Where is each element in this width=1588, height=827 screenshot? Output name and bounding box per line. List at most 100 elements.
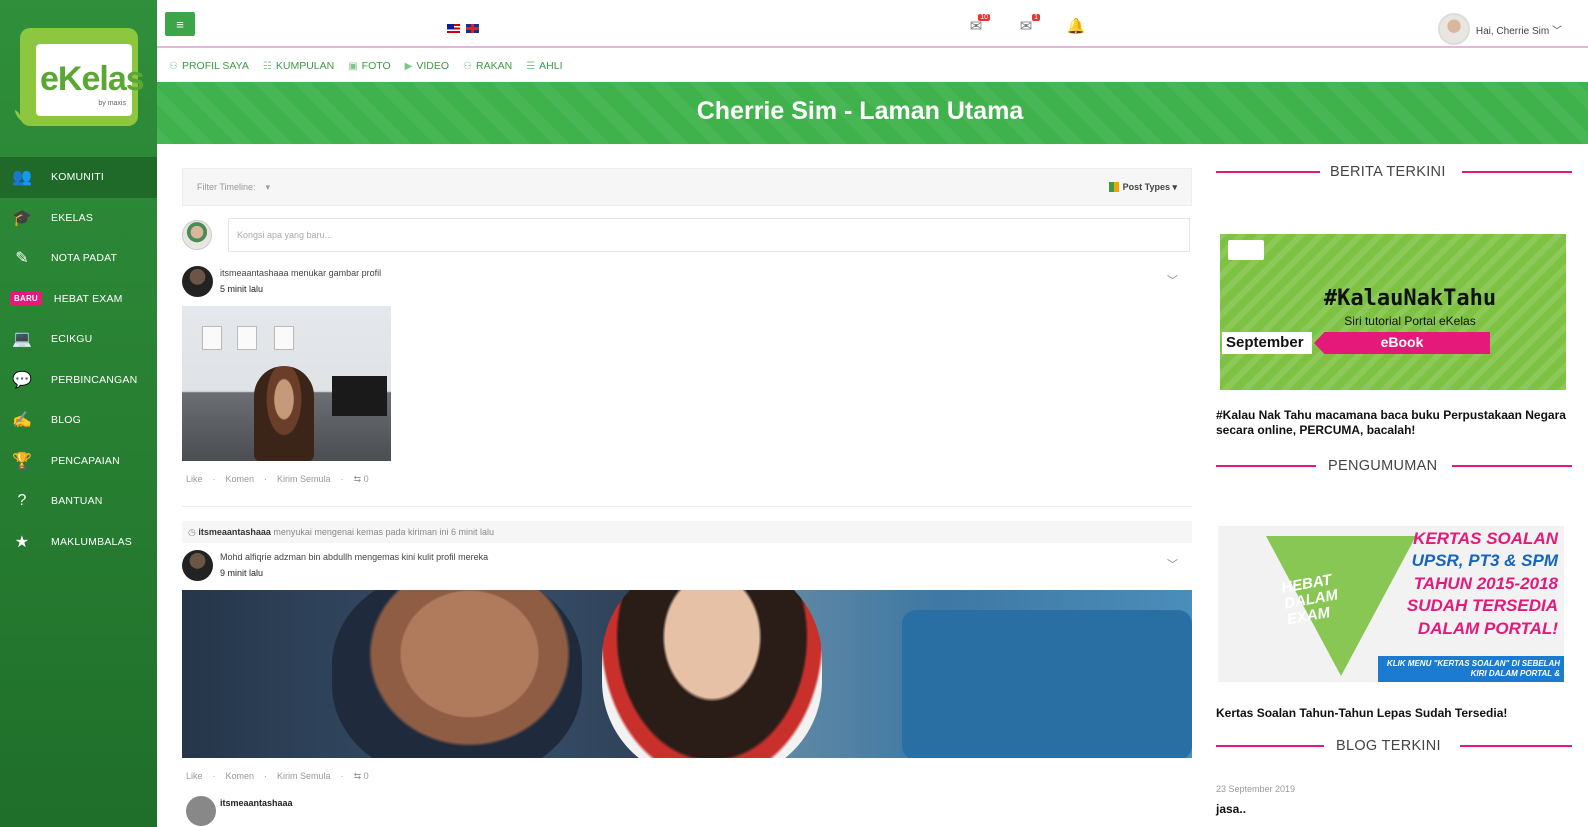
section-pengumuman: PENGUMUMAN	[1216, 454, 1576, 478]
user-greeting: Hai, Cherrie Sim ﹀	[1475, 25, 1562, 37]
post-user[interactable]: itsmeaantashaaa	[220, 798, 293, 808]
friends-icon: ⚇	[463, 60, 473, 72]
menu-toggle-button[interactable]: ≡	[165, 12, 195, 36]
mail-icon[interactable]: ✉ 1	[1012, 14, 1040, 36]
submenu-foto[interactable]: ▣ FOTO	[348, 60, 390, 72]
sidebar-item-perbincangan[interactable]: 💬 PERBINCANGAN	[0, 360, 157, 401]
post-header: itsmeaantashaaa menukar gambar profil 5 …	[182, 266, 1192, 300]
new-badge: baru	[10, 292, 42, 306]
repost-link[interactable]: Kirim Semula	[277, 474, 331, 485]
repost-link[interactable]: Kirim Semula	[277, 771, 331, 782]
compose-area: Kongsi apa yang baru...	[182, 218, 1192, 258]
post-text: itsmeaantashaaa menukar gambar profil	[220, 268, 382, 278]
sidebar-item-label: KOMUNITI	[51, 171, 104, 184]
sidebar-item-label: MAKLUMBALAS	[51, 535, 132, 548]
logo-subtext: by maxis	[98, 100, 126, 107]
avatar[interactable]	[186, 796, 216, 826]
blog-date: 23 September 2019	[1216, 784, 1296, 794]
graduation-cap-icon: 🎓	[11, 209, 33, 227]
logo-text: eKelas	[40, 60, 145, 98]
feed-post: itsmeaantashaaa menukar gambar profil 5 …	[182, 266, 1192, 484]
mail-count-badge: 1	[1032, 14, 1040, 21]
banner-subtitle: Siri tutorial Portal eKelas	[1344, 314, 1476, 328]
post-header: Mohd alfiqrie adzman bin abdullh mengema…	[182, 550, 1192, 584]
page-title: Cherrie Sim - Laman Utama	[696, 97, 1024, 125]
compose-input[interactable]: Kongsi apa yang baru...	[228, 218, 1190, 252]
section-berita-terkini: BERITA TERKINI	[1216, 160, 1576, 184]
help-icon: ?	[17, 492, 27, 510]
blog-title-link[interactable]: jasa..	[1216, 802, 1246, 816]
sidebar-item-label: NOTA PADAT	[51, 252, 118, 265]
post-time[interactable]: 5 minit lalu	[220, 284, 263, 294]
page-banner: Cherrie Sim - Laman Utama	[157, 82, 1588, 144]
sidebar-nav: 👥 KOMUNITI 🎓 EKELAS ✎ NOTA PADAT baru HE…	[0, 157, 157, 562]
like-link[interactable]: Like	[186, 474, 203, 485]
hebat-dalam-exam-logo: HEBAT DALAM EXAM	[1280, 571, 1340, 628]
user-menu[interactable]: Hai, Cherrie Sim ﹀	[1437, 13, 1562, 45]
post-image[interactable]	[182, 306, 391, 461]
sidebar-item-blog[interactable]: ✍ BLOG	[0, 400, 157, 441]
hebat-exam-banner[interactable]: HEBAT DALAM EXAM KERTAS SOALAN UPSR, PT3…	[1218, 526, 1564, 682]
exam-caption-link[interactable]: Kertas Soalan Tahun-Tahun Lepas Sudah Te…	[1216, 706, 1507, 720]
avatar[interactable]	[182, 266, 213, 297]
kalau-nak-tahu-banner[interactable]: #KalauNakTahu Siri tutorial Portal eKela…	[1220, 234, 1566, 390]
list-icon: ☰	[526, 60, 536, 72]
sidebar-item-maklumbalas[interactable]: ★ MAKLUMBALAS	[0, 522, 157, 563]
messages-icon[interactable]: ✉ 10	[962, 14, 990, 36]
ekelas-logo[interactable]: eKelas by maxis	[14, 20, 145, 128]
banner-ebook-label: eBook	[1314, 332, 1490, 354]
section-blog-terkini: BLOG TERKINI	[1216, 734, 1576, 758]
submenu-rakan[interactable]: ⚇ RAKAN	[463, 60, 512, 72]
banner-hashtag: #KalauNakTahu	[1323, 286, 1497, 311]
cover-photo-image[interactable]	[182, 590, 1192, 758]
chevron-down-icon[interactable]: ﹀	[1167, 272, 1178, 288]
avatar[interactable]	[182, 550, 213, 581]
like-link[interactable]: Like	[186, 771, 203, 782]
sidebar-item-ecikgu[interactable]: 💻 ECIKGU	[0, 319, 157, 360]
chevron-down-icon[interactable]: ﹀	[1167, 556, 1178, 572]
submenu-profil-saya[interactable]: ⚇ PROFIL SAYA	[169, 60, 249, 72]
sidebar-item-pencapaian[interactable]: 🏆 PENCAPAIAN	[0, 441, 157, 482]
photo-icon: ▣	[348, 60, 358, 72]
laptop-icon: 💻	[11, 331, 33, 349]
repost-count: ⇆ 0	[353, 474, 369, 484]
filter-timeline-select[interactable]: Filter Timeline: ▾	[197, 182, 270, 193]
messages-count-badge: 10	[978, 14, 990, 21]
news-caption-link[interactable]: #Kalau Nak Tahu macamana baca buku Perpu…	[1216, 408, 1576, 438]
sidebar-item-label: BANTUAN	[51, 495, 103, 508]
sidebar-item-hebat-exam[interactable]: baru HEBAT EXAM	[0, 279, 157, 320]
submenu-kumpulan[interactable]: ☷ KUMPULAN	[263, 60, 334, 72]
notification-icons: ✉ 10 ✉ 1 🔔	[962, 14, 1090, 36]
group-icon: ☷	[262, 60, 272, 72]
avatar	[1437, 13, 1470, 45]
submenu-video[interactable]: ▶ VIDEO	[405, 60, 449, 72]
repost-count: ⇆ 0	[353, 771, 369, 781]
sidebar-item-label: PENCAPAIAN	[51, 454, 120, 467]
banner-headline: KERTAS SOALAN UPSR, PT3 & SPM TAHUN 2015…	[1406, 529, 1558, 638]
comment-link[interactable]: Komen	[226, 474, 255, 485]
sidebar-item-label: EKELAS	[51, 211, 94, 224]
divider	[182, 506, 1192, 507]
comment-link[interactable]: Komen	[226, 771, 255, 782]
avatar	[182, 220, 212, 250]
top-bar: ≡ ✉ 10 ✉ 1 🔔 Hai, Cherrie Sim ﹀	[157, 0, 1588, 48]
post-actions: Like · Komen · Kirim Semula · ⇆ 0	[186, 771, 369, 782]
sidebar-item-bantuan[interactable]: ? BANTUAN	[0, 481, 157, 522]
grid-icon	[1108, 182, 1119, 192]
sidebar-item-ekelas[interactable]: 🎓 EKELAS	[0, 198, 157, 239]
post-actions: Like · Komen · Kirim Semula · ⇆ 0	[186, 474, 369, 485]
sidebar-item-nota-padat[interactable]: ✎ NOTA PADAT	[0, 238, 157, 279]
sidebar-item-label: HEBAT EXAM	[53, 292, 123, 305]
profile-submenu: ⚇ PROFIL SAYA ☷ KUMPULAN ▣ FOTO ▶ VIDEO ⚇ RAK…	[157, 52, 1588, 80]
activity-text: menyukai mengenai kemas pada kiriman ini…	[270, 527, 495, 537]
post-time[interactable]: 9 minit lalu	[220, 568, 263, 578]
sidebar-item-label: ECIKGU	[51, 333, 93, 346]
post-types-dropdown[interactable]: Post Types ▾	[1108, 182, 1177, 193]
clock-icon: ◷	[188, 527, 199, 537]
submenu-ahli[interactable]: ☰ AHLI	[526, 60, 562, 72]
activity-user[interactable]: itsmeaantashaaa	[198, 527, 271, 537]
sidebar-item-komuniti[interactable]: 👥 KOMUNITI	[0, 157, 157, 198]
malaysia-flag-icon[interactable]	[447, 24, 460, 33]
bell-icon[interactable]: 🔔	[1062, 16, 1090, 36]
uk-flag-icon[interactable]	[466, 24, 479, 33]
